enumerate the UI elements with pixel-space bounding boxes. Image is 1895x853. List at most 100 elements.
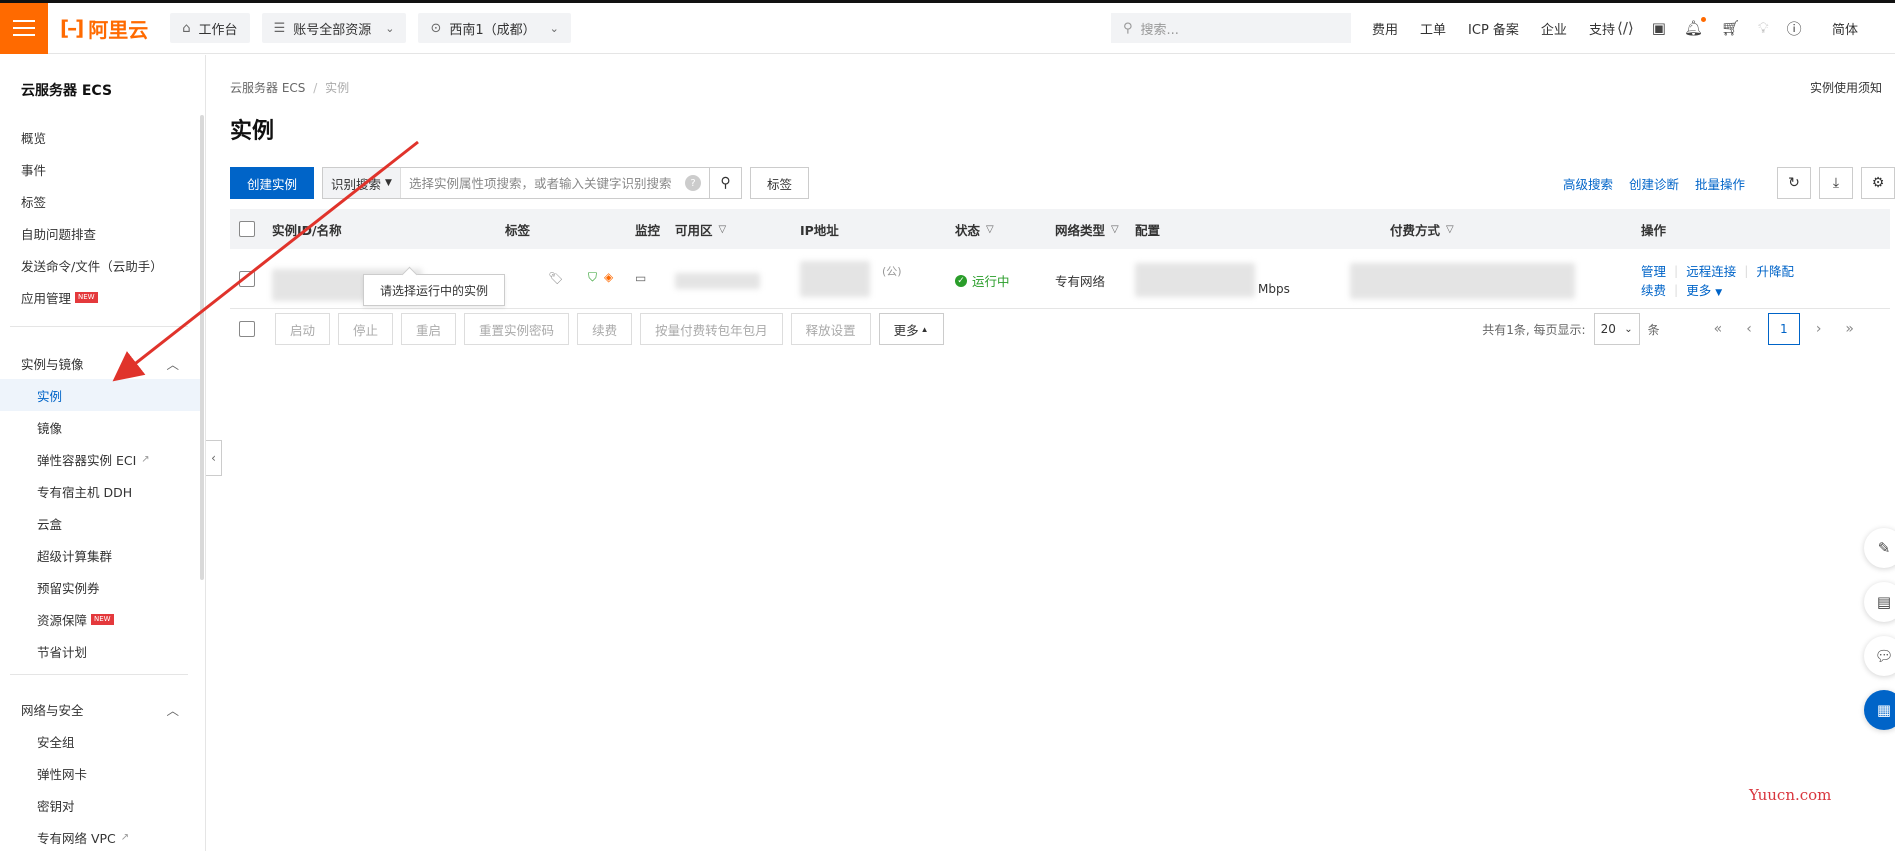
next-page-icon[interactable]: › (1808, 321, 1830, 337)
breadcrumb-root[interactable]: 云服务器 ECS (230, 81, 305, 95)
monitor-icon[interactable]: ▭ (635, 271, 646, 285)
renew-link[interactable]: 续费 (1641, 280, 1666, 299)
help-icon[interactable]: ⓘ (1787, 18, 1802, 39)
chevron-down-icon: ⌄ (385, 21, 395, 35)
sidebar-item-tags[interactable]: 标签 (0, 185, 200, 217)
sidebar-item-security-groups[interactable]: 安全组 (0, 725, 200, 757)
batch-select-checkbox[interactable] (239, 321, 255, 337)
top-icons: ⟨/⟩ ▣ 🔔︎ 🛒︎ 💡︎ ⓘ (1617, 13, 1802, 43)
sidebar-item-reserved-instances[interactable]: 预留实例券 (0, 571, 200, 603)
tag-icon[interactable]: 🏷︎ (548, 271, 563, 285)
menu-icon[interactable] (0, 2, 48, 54)
sidebar: 云服务器 ECS 概览 事件 标签 自助问题排查 发送命令/文件（云助手） 应用… (0, 55, 206, 851)
tag-filter-button[interactable]: 标签 (750, 167, 810, 199)
sidebar-item-cloud-box[interactable]: 云盒 (0, 507, 200, 539)
stop-button[interactable]: 停止 (338, 313, 394, 345)
filter-icon[interactable]: ▽ (986, 224, 994, 235)
reset-password-button[interactable]: 重置实例密码 (464, 313, 570, 345)
remote-connect-link[interactable]: 远程连接 (1686, 261, 1736, 280)
apps-grid-icon[interactable]: ▦ (1864, 690, 1895, 730)
cart-icon[interactable]: 🛒︎ (1721, 19, 1740, 37)
batch-operations-link[interactable]: 批量操作 (1695, 174, 1745, 193)
sidebar-scrollbar[interactable] (200, 115, 204, 580)
page-number-current[interactable]: 1 (1767, 313, 1800, 345)
create-diagnosis-link[interactable]: 创建诊断 (1629, 174, 1679, 193)
chat-icon[interactable]: 💬︎ (1864, 636, 1895, 676)
terminal-icon[interactable]: ▣ (1652, 19, 1666, 37)
create-instance-button[interactable]: 创建实例 (230, 167, 315, 199)
sidebar-item-key-pairs[interactable]: 密钥对 (0, 789, 200, 821)
sidebar-collapse-button[interactable]: ‹ (206, 440, 222, 476)
search-type-select[interactable]: 识别搜索 ▼ (323, 168, 401, 198)
docs-icon[interactable]: ▤ (1864, 582, 1895, 622)
sidebar-item-scc[interactable]: 超级计算集群 (0, 539, 200, 571)
advanced-search-link[interactable]: 高级搜索 (1563, 174, 1613, 193)
release-settings-button[interactable]: 释放设置 (790, 313, 871, 345)
sidebar-item-troubleshoot[interactable]: 自助问题排查 (0, 217, 200, 249)
filter-icon[interactable]: ▽ (1446, 224, 1454, 235)
th-billing[interactable]: 付费方式 ▽ (1390, 209, 1454, 249)
sidebar-item-instances[interactable]: 实例 (0, 379, 200, 411)
sidebar-item-resource-assurance[interactable]: 资源保障 NEW (0, 603, 200, 635)
page-size-select[interactable]: 20 ⌄ (1593, 313, 1640, 345)
more-actions-link[interactable]: 更多 ▼ (1686, 280, 1722, 299)
resize-link[interactable]: 升降配 (1756, 261, 1794, 280)
top-link-support[interactable]: 支持 (1589, 19, 1615, 38)
sidebar-item-cloud-assistant[interactable]: 发送命令/文件（云助手） (0, 249, 200, 281)
billing-redacted (1350, 263, 1575, 299)
first-page-icon[interactable]: « (1706, 321, 1731, 337)
top-link-fees[interactable]: 费用 (1372, 19, 1398, 38)
sidebar-item-eci[interactable]: 弹性容器实例 ECI ↗ (0, 443, 200, 475)
code-icon[interactable]: ⟨/⟩ (1617, 19, 1634, 37)
instance-search-input[interactable] (400, 168, 686, 198)
filter-icon[interactable]: ▽ (719, 224, 727, 235)
lightbulb-icon[interactable]: 💡︎ (1758, 19, 1769, 37)
language-switch[interactable]: 简体 (1832, 13, 1858, 43)
filter-icon[interactable]: ▽ (1111, 224, 1119, 235)
workbench-button[interactable]: ⌂ 工作台 (170, 13, 250, 43)
last-page-icon[interactable]: » (1837, 321, 1862, 337)
th-zone[interactable]: 可用区 ▽ (675, 209, 726, 249)
gear-icon[interactable]: ⚙ (1861, 167, 1895, 199)
restart-button[interactable]: 重启 (401, 313, 457, 345)
question-icon[interactable]: ? (685, 175, 702, 191)
convert-billing-button[interactable]: 按量付费转包年包月 (640, 313, 783, 345)
select-all-checkbox[interactable] (239, 221, 255, 237)
prev-page-icon[interactable]: ‹ (1738, 321, 1760, 337)
sidebar-group-instances-images[interactable]: 实例与镜像 ︿ (0, 347, 200, 379)
refresh-icon[interactable]: ↻ (1777, 167, 1811, 199)
download-icon[interactable]: ⤓ (1819, 167, 1853, 199)
logo[interactable]: [–] 阿里云 (60, 14, 148, 43)
bell-icon[interactable]: 🔔︎ (1684, 17, 1707, 37)
row-checkbox[interactable] (239, 271, 255, 287)
top-link-enterprise[interactable]: 企业 (1541, 19, 1567, 38)
sidebar-item-images[interactable]: 镜像 (0, 411, 200, 443)
search-button[interactable]: ⚲ (709, 168, 741, 198)
sidebar-group-network-security[interactable]: 网络与安全 ︿ (0, 693, 200, 725)
sidebar-item-vpc[interactable]: 专有网络 VPC ↗ (0, 821, 200, 853)
sidebar-item-ddh[interactable]: 专有宿主机 DDH (0, 475, 200, 507)
top-link-icp[interactable]: ICP 备案 (1468, 19, 1519, 38)
pager-summary: 共有1条, 每页显示: (1482, 322, 1586, 337)
start-button[interactable]: 启动 (275, 313, 331, 345)
resource-scope-select[interactable]: ☰ 账号全部资源 ⌄ (261, 13, 407, 43)
instance-usage-notice-link[interactable]: 实例使用须知 (1810, 79, 1882, 96)
global-search-input[interactable]: ⚲ 搜索... (1111, 13, 1351, 43)
top-link-tickets[interactable]: 工单 (1420, 19, 1446, 38)
layers-icon[interactable]: ◈ (604, 270, 613, 284)
th-network[interactable]: 网络类型 ▽ (1055, 209, 1119, 249)
sidebar-item-events[interactable]: 事件 (0, 153, 200, 185)
sidebar-item-app-management[interactable]: 应用管理 NEW (0, 281, 200, 313)
sidebar-item-eni[interactable]: 弹性网卡 (0, 757, 200, 789)
shield-icon[interactable]: ⛉ (588, 270, 597, 285)
th-status[interactable]: 状态 ▽ (955, 209, 994, 249)
renew-button[interactable]: 续费 (577, 313, 633, 345)
logo-text: 阿里云 (88, 17, 149, 42)
sidebar-item-savings-plan[interactable]: 节省计划 (0, 635, 200, 667)
region-select[interactable]: ⊙ 西南1（成都） ⌄ (418, 13, 571, 43)
sidebar-item-overview[interactable]: 概览 (0, 121, 200, 153)
edit-icon[interactable]: ✎ (1864, 528, 1895, 568)
manage-link[interactable]: 管理 (1641, 261, 1666, 280)
more-batch-button[interactable]: 更多 ▲ (878, 313, 944, 345)
breadcrumb-separator: / (313, 81, 318, 95)
